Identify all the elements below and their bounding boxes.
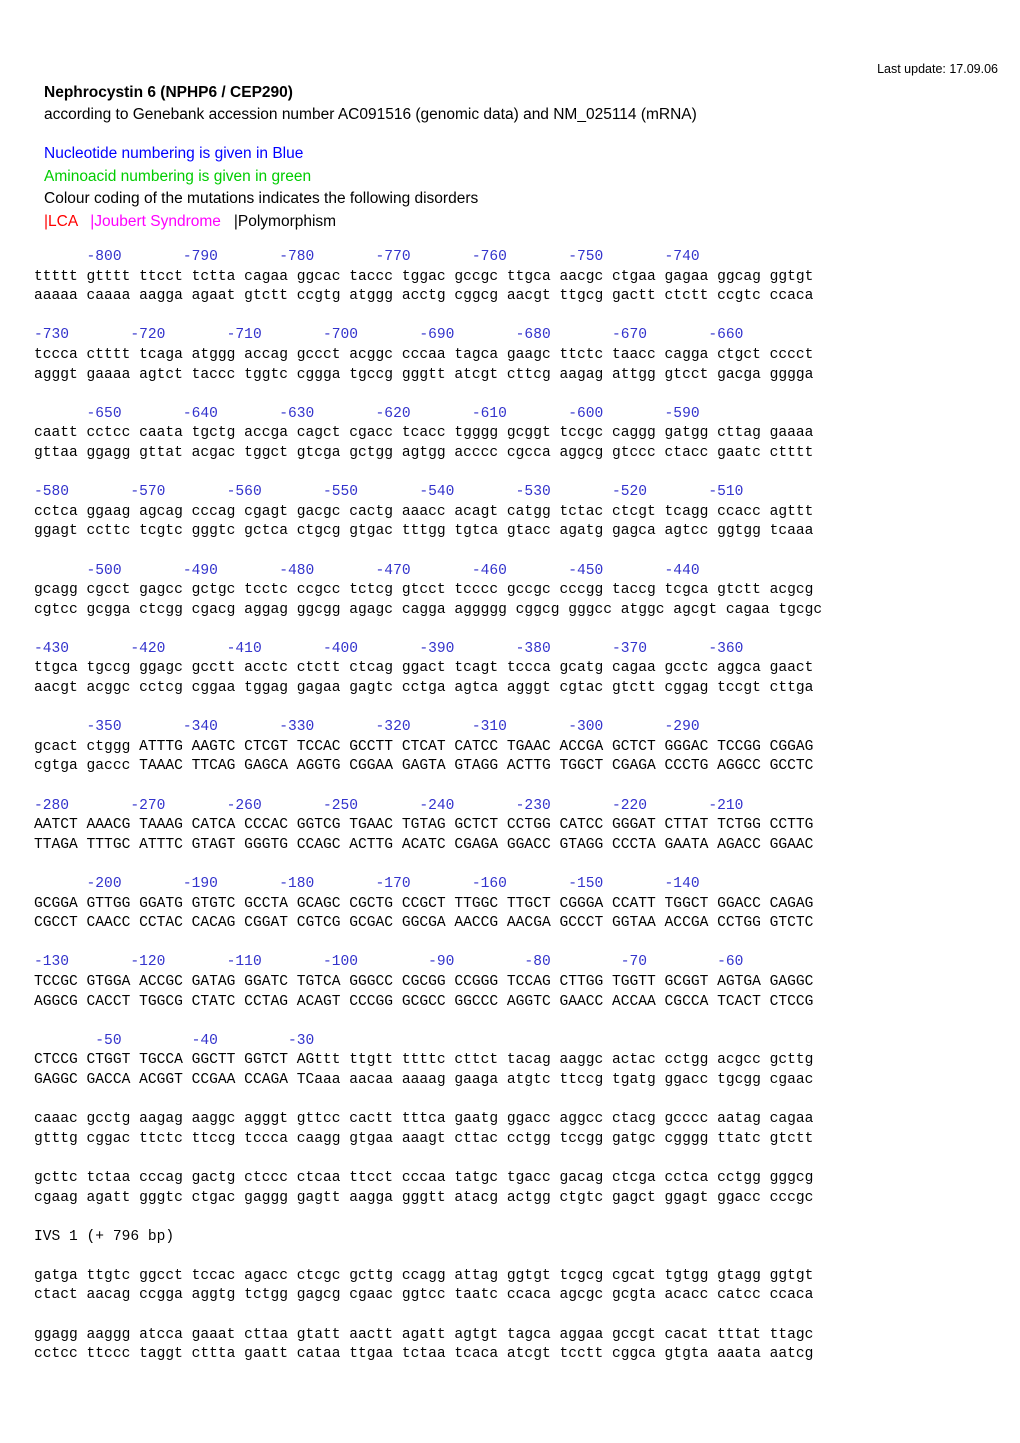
sequence-sense-strand: ggagg aaggg atcca gaaat cttaa gtatt aact…: [34, 1326, 814, 1343]
legend-key-polymorphism: |Polymorphism: [233, 212, 337, 230]
sequence-sense-strand: ttgca tgccg ggagc gcctt acctc ctctt ctca…: [34, 660, 814, 677]
legend-nucleotide-numbering: Nucleotide numbering is given in Blue: [44, 145, 304, 162]
sequence-block: gcttc tctaa cccag gactg ctccc ctcaa ttcc…: [34, 1169, 994, 1228]
sequence-sense-strand: AATCT AAACG TAAAG CATCA CCCAC GGTCG TGAA…: [34, 817, 814, 834]
sequence-area: -800 -790 -780 -770 -760 -750 -740 ttttt…: [34, 248, 994, 1365]
ivs-label: IVS 1 (+ 796 bp): [34, 1228, 175, 1245]
sequence-block-gap: [34, 1091, 994, 1111]
sequence-block: -500 -490 -480 -470 -460 -450 -440 gcagg…: [34, 562, 994, 640]
sequence-antisense-strand: GAGGC GACCA ACGGT CCGAA CCAGA TCaaa aaca…: [34, 1071, 814, 1088]
sequence-numbering-row: -350 -340 -330 -320 -310 -300 -290: [34, 719, 700, 736]
sequence-antisense-strand: cgtcc gcgga ctcgg cgacg aggag ggcgg agag…: [34, 601, 823, 618]
sequence-block: caaac gcctg aagag aaggc agggt gttcc cact…: [34, 1110, 994, 1169]
sequence-sense-strand: caaac gcctg aagag aaggc agggt gttcc cact…: [34, 1111, 814, 1128]
document-header: Nephrocystin 6 (NPHP6 / CEP290) accordin…: [44, 82, 974, 126]
sequence-block: -200 -190 -180 -170 -160 -150 -140 GCGGA…: [34, 875, 994, 953]
sequence-block-gap: [34, 777, 994, 797]
page-subtitle: according to Genebank accession number A…: [44, 106, 697, 123]
sequence-antisense-strand: agggt gaaaa agtct taccc tggtc cggga tgcc…: [34, 366, 814, 383]
sequence-numbering-row: -800 -790 -780 -770 -760 -750 -740: [34, 249, 700, 265]
sequence-sense-strand: gcagg cgcct gagcc gctgc tcctc ccgcc tctc…: [34, 582, 814, 599]
sequence-sense-strand: ttttt gtttt ttcct tctta cagaa ggcac tacc…: [34, 268, 814, 285]
sequence-antisense-strand: gttaa ggagg gttat acgac tggct gtcga gctg…: [34, 444, 814, 461]
sequence-block-gap: [34, 1306, 994, 1326]
sequence-block-gap: [34, 855, 994, 875]
sequence-numbering-row: -650 -640 -630 -620 -610 -600 -590: [34, 405, 700, 422]
sequence-numbering-row: -50 -40 -30: [34, 1032, 315, 1049]
legend-spacer-1: [77, 213, 90, 230]
intron-annotation-block: IVS 1 (+ 796 bp): [34, 1228, 994, 1267]
sequence-block: -650 -640 -630 -620 -610 -600 -590 caatt…: [34, 405, 994, 483]
legend-key-joubert: |Joubert Syndrome: [90, 212, 221, 230]
sequence-sense-strand: caatt cctcc caata tgctg accga cagct cgac…: [34, 425, 814, 442]
sequence-sense-strand: gcact ctggg ATTTG AAGTC CTCGT TCCAC GCCT…: [34, 738, 814, 755]
sequence-antisense-strand: ggagt ccttc tcgtc gggtc gctca ctgcg gtga…: [34, 523, 814, 540]
sequence-block: -430 -420 -410 -400 -390 -380 -370 -360 …: [34, 640, 994, 718]
sequence-block: -580 -570 -560 -550 -540 -530 -520 -510 …: [34, 483, 994, 561]
sequence-numbering-row: -280 -270 -260 -250 -240 -230 -220 -210: [34, 797, 744, 814]
sequence-numbering-row: -580 -570 -560 -550 -540 -530 -520 -510: [34, 484, 744, 501]
sequence-block-gap: [34, 699, 994, 719]
sequence-antisense-strand: cctcc ttccc taggt cttta gaatt cataa ttga…: [34, 1346, 814, 1363]
sequence-antisense-strand: aaaaa caaaa aagga agaat gtctt ccgtg atgg…: [34, 288, 814, 305]
sequence-antisense-strand: cgtga gaccc TAAAC TTCAG GAGCA AGGTG CGGA…: [34, 758, 814, 775]
sequence-block: gatga ttgtc ggcct tccac agacc ctcgc gctt…: [34, 1267, 994, 1326]
sequence-numbering-row: -730 -720 -710 -700 -690 -680 -670 -660: [34, 327, 744, 344]
sequence-block-gap: [34, 1208, 994, 1228]
sequence-sense-strand: GCGGA GTTGG GGATG GTGTC GCCTA GCAGC CGCT…: [34, 895, 814, 912]
legend-disorder-keys: |LCA |Joubert Syndrome |Polymorphism: [44, 211, 974, 234]
sequence-block-gap: [34, 620, 994, 640]
sequence-block: -130 -120 -110 -100 -90 -80 -70 -60 TCCG…: [34, 953, 994, 1031]
sequence-block: -50 -40 -30 CTCCG CTGGT TGCCA GGCTT GGTC…: [34, 1032, 994, 1110]
sequence-block-gap: [34, 542, 994, 562]
sequence-block-gap: [34, 307, 994, 327]
sequence-block-gap: [34, 1012, 994, 1032]
sequence-block-gap: [34, 934, 994, 954]
sequence-block-gap: [34, 385, 994, 405]
sequence-antisense-strand: cgaag agatt gggtc ctgac gaggg gagtt aagg…: [34, 1189, 814, 1206]
sequence-sense-strand: cctca ggaag agcag cccag cgagt gacgc cact…: [34, 503, 814, 520]
sequence-antisense-strand: aacgt acggc cctcg cggaa tggag gagaa gagt…: [34, 680, 814, 697]
sequence-block-gap: [34, 1247, 994, 1267]
sequence-sense-strand: tccca ctttt tcaga atggg accag gccct acgg…: [34, 346, 814, 363]
sequence-numbering-row: -200 -190 -180 -170 -160 -150 -140: [34, 876, 700, 892]
sequence-block: -280 -270 -260 -250 -240 -230 -220 -210 …: [34, 797, 994, 875]
legend-spacer-2: [221, 213, 234, 230]
sequence-numbering-row: -130 -120 -110 -100 -90 -80 -70 -60: [34, 954, 744, 971]
sequence-sense-strand: TCCGC GTGGA ACCGC GATAG GGATC TGTCA GGGC…: [34, 973, 814, 990]
sequence-block: -800 -790 -780 -770 -760 -750 -740 ttttt…: [34, 248, 994, 326]
legend-aminoacid-numbering: Aminoacid numbering is given in green: [44, 167, 312, 185]
last-update-text: Last update: 17.09.06: [877, 62, 998, 76]
document-page: Last update: 17.09.06 Nephrocystin 6 (NP…: [0, 0, 1020, 1443]
sequence-antisense-strand: CGCCT CAACC CCTAC CACAG CGGAT CGTCG GCGA…: [34, 915, 814, 932]
page-title: Nephrocystin 6 (NPHP6 / CEP290): [44, 84, 293, 101]
sequence-block-gap: [34, 464, 994, 484]
sequence-block: -730 -720 -710 -700 -690 -680 -670 -660 …: [34, 326, 994, 404]
sequence-antisense-strand: AGGCG CACCT TGGCG CTATC CCTAG ACAGT CCCG…: [34, 993, 814, 1010]
sequence-sense-strand: gcttc tctaa cccag gactg ctccc ctcaa ttcc…: [34, 1169, 814, 1186]
sequence-block-gap: [34, 1149, 994, 1169]
sequence-sense-strand: CTCCG CTGGT TGCCA GGCTT GGTCT AGttt ttgt…: [34, 1052, 814, 1069]
sequence-block: -350 -340 -330 -320 -310 -300 -290 gcact…: [34, 718, 994, 796]
sequence-antisense-strand: gtttg cggac ttctc ttccg tccca caagg gtga…: [34, 1130, 814, 1147]
sequence-block: ggagg aaggg atcca gaaat cttaa gtatt aact…: [34, 1326, 994, 1365]
sequence-numbering-row: -430 -420 -410 -400 -390 -380 -370 -360: [34, 640, 744, 657]
sequence-sense-strand: gatga ttgtc ggcct tccac agacc ctcgc gctt…: [34, 1267, 814, 1284]
legend-colour-coding: Colour coding of the mutations indicates…: [44, 190, 479, 207]
sequence-numbering-row: -500 -490 -480 -470 -460 -450 -440: [34, 562, 700, 579]
sequence-antisense-strand: ctact aacag ccgga aggtg tctgg gagcg cgaa…: [34, 1287, 814, 1304]
legend-key-lca: |LCA: [44, 212, 78, 230]
legend-block: Nucleotide numbering is given in Blue Am…: [44, 143, 974, 233]
sequence-antisense-strand: TTAGA TTTGC ATTTC GTAGT GGGTG CCAGC ACTT…: [34, 836, 814, 853]
